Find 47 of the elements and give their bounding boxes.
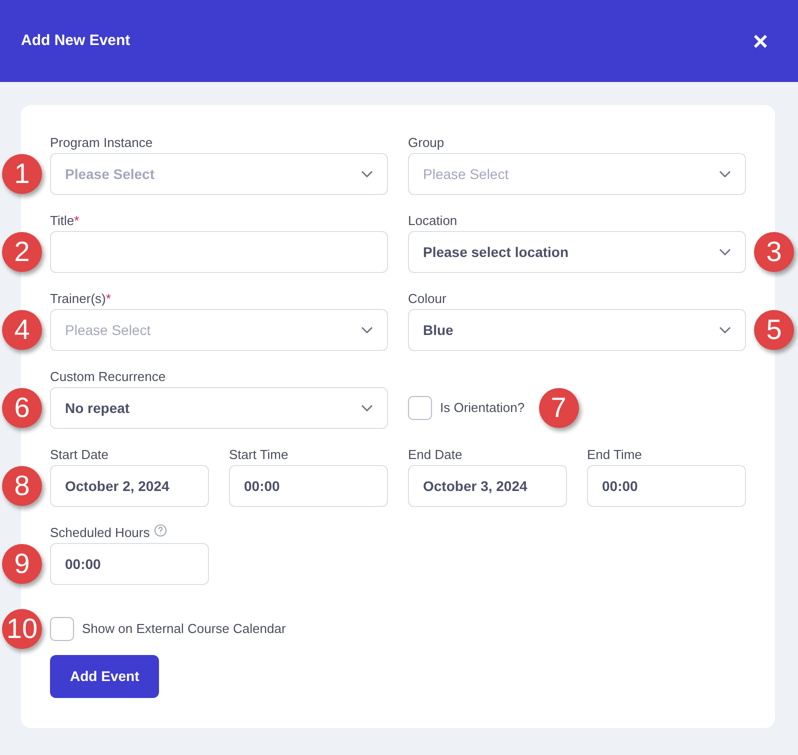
- chevron-down-icon: [361, 404, 373, 412]
- dialog-title: Add New Event: [21, 30, 130, 51]
- number-badge: 6: [2, 388, 42, 428]
- field-label: Group: [408, 134, 444, 152]
- field-label: End Date: [408, 446, 462, 464]
- number-badge: 7: [538, 388, 579, 428]
- number-badge: 9: [2, 544, 42, 584]
- number-badge: 10: [2, 609, 42, 649]
- input-field[interactable]: 00:00: [587, 465, 746, 507]
- select-field[interactable]: Blue: [408, 309, 746, 351]
- number-badge: 5: [754, 310, 794, 350]
- required-asterisk: *: [106, 290, 111, 308]
- chevron-down-icon: [361, 326, 373, 334]
- field-label: Colour: [408, 290, 446, 308]
- field-label: Start Time: [229, 446, 288, 464]
- field-label: Custom Recurrence: [50, 368, 166, 386]
- number-badge: 2: [2, 232, 42, 272]
- chevron-down-icon: [719, 326, 731, 334]
- checkbox-label: Is Orientation?: [440, 399, 525, 418]
- select-field[interactable]: No repeat: [50, 387, 388, 429]
- field-label: Trainer(s): [50, 290, 106, 308]
- add-event-button[interactable]: Add Event: [50, 655, 160, 698]
- input-field[interactable]: 00:00: [50, 543, 209, 585]
- field-label: Title: [50, 212, 74, 230]
- number-badge: 8: [2, 466, 42, 506]
- input-field[interactable]: October 3, 2024: [408, 465, 567, 507]
- checkbox[interactable]: [50, 617, 74, 641]
- number-badge: 1: [2, 154, 42, 194]
- input-field[interactable]: 00:00: [229, 465, 388, 507]
- checkbox-label: Show on External Course Calendar: [82, 620, 286, 638]
- input-field[interactable]: October 2, 2024: [50, 465, 209, 507]
- close-button[interactable]: ×: [752, 28, 768, 54]
- help-icon: [154, 524, 167, 537]
- field-label: Program Instance: [50, 134, 153, 152]
- field-label: End Time: [587, 446, 642, 464]
- chevron-down-icon: [719, 248, 731, 256]
- field-label: Start Date: [50, 446, 109, 464]
- field-label: Scheduled Hours: [50, 524, 150, 542]
- select-field[interactable]: Please select location: [408, 231, 746, 273]
- number-badge: 4: [2, 310, 42, 350]
- chevron-down-icon: [361, 170, 373, 178]
- number-badge: 3: [754, 232, 794, 272]
- required-asterisk: *: [74, 212, 80, 230]
- checkbox[interactable]: [408, 396, 432, 420]
- field-label: Location: [408, 212, 458, 230]
- chevron-down-icon: [719, 170, 731, 178]
- text-field[interactable]: [50, 231, 388, 273]
